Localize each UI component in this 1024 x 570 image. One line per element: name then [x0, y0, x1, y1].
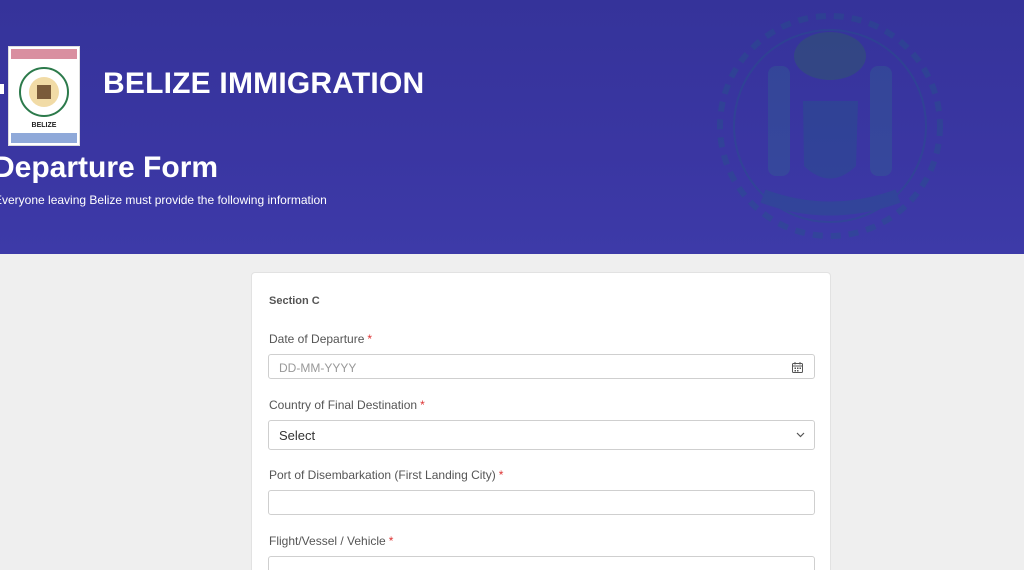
required-asterisk: *: [420, 398, 425, 412]
calendar-icon[interactable]: [792, 362, 803, 373]
page-subtitle: Everyone leaving Belize must provide the…: [0, 193, 327, 207]
belize-coat-of-arms-watermark: [717, 13, 943, 239]
flight-label: Flight/Vessel / Vehicle *: [269, 534, 393, 548]
departure-date-placeholder: DD-MM-YYYY: [279, 361, 357, 375]
required-asterisk: *: [388, 534, 394, 548]
svg-text:BELIZE: BELIZE: [32, 122, 57, 129]
destination-selected-value: Select: [279, 428, 316, 443]
hero-banner: BELIZE BELIZE IMMIGRATION Departure Form…: [0, 0, 1024, 254]
destination-select[interactable]: Select: [268, 420, 815, 450]
flight-label-text: Flight/Vessel / Vehicle: [269, 534, 386, 548]
brand-title: BELIZE IMMIGRATION: [103, 67, 425, 100]
destination-label-text: Country of Final Destination: [269, 398, 418, 412]
page-title: Departure Form: [0, 151, 219, 184]
port-input[interactable]: [268, 490, 815, 515]
departure-date-label-text: Date of Departure: [269, 332, 365, 346]
section-heading: Section C: [269, 295, 320, 307]
departure-date-input[interactable]: DD-MM-YYYY: [268, 354, 815, 379]
port-label-text: Port of Disembarkation (First Landing Ci…: [269, 468, 496, 482]
destination-label: Country of Final Destination *: [269, 398, 425, 412]
departure-date-label: Date of Departure *: [269, 332, 372, 346]
departure-form-card: Section C Date of Departure * DD-MM-YYYY …: [251, 272, 831, 570]
flight-input[interactable]: [268, 556, 815, 570]
banner-edge-mark: [0, 84, 4, 94]
chevron-down-icon: [796, 432, 805, 438]
required-asterisk: *: [498, 468, 504, 482]
immigration-logo: BELIZE: [8, 46, 80, 146]
required-asterisk: *: [367, 332, 373, 346]
port-label: Port of Disembarkation (First Landing Ci…: [269, 468, 503, 482]
